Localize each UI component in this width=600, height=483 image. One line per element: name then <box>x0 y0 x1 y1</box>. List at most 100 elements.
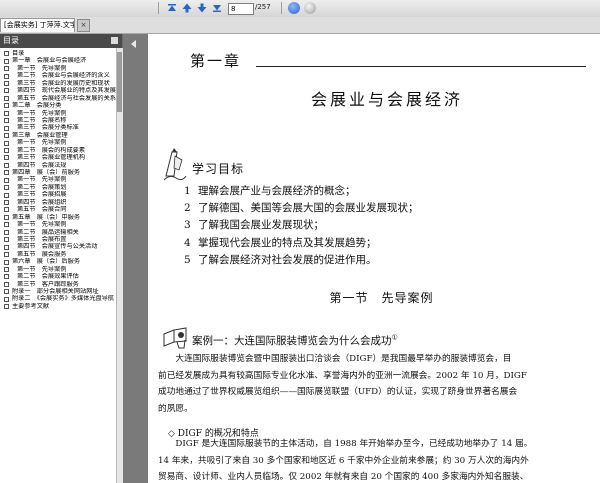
sidebar-scrollbar[interactable] <box>116 48 123 483</box>
bookmark-icon <box>4 214 9 220</box>
bookmark-tree: 目录 第一章 会展业与会展经济 第一节 先导案例 第二节 会展业与会展经济的含义 第三节… <box>0 50 116 310</box>
sidebar-item-label: 第三节 会展招展 <box>17 191 67 199</box>
sidebar-item-label: 第一节 先导案例 <box>17 139 67 147</box>
sidebar-item[interactable]: 第三节 会展招展 <box>0 191 116 198</box>
sidebar-item-label: 第二节 展会的构成要素 <box>17 146 86 154</box>
document-tab[interactable]: [会展实务] 丁萍萍.文字版 <box>0 18 75 32</box>
sidebar-item-label: 第一节 先导案例 <box>17 64 67 72</box>
footnote-marker[interactable]: ① <box>392 334 398 342</box>
sidebar-item[interactable]: 第二节 展品运输相关 <box>0 229 116 236</box>
sidebar-item[interactable]: 第二节 会展策划 <box>0 184 116 191</box>
bookmark-icon <box>4 170 9 176</box>
sidebar-item[interactable]: 第二节 会展效果评估 <box>0 273 116 280</box>
sidebar-item[interactable]: 第五节 展会服务 <box>0 251 116 258</box>
goal-number: 2 <box>184 202 191 215</box>
sidebar-item[interactable]: 第四节 会展法规 <box>0 162 116 169</box>
sidebar-item-label: 第二节 会展策划 <box>17 183 67 191</box>
bookmark-icon <box>4 125 9 131</box>
sidebar-item-label: 第三节 会展布置 <box>17 235 67 243</box>
sidebar-item[interactable]: 第一节 先导案例 <box>0 110 116 117</box>
bookmark-icon <box>4 162 9 168</box>
sidebar-item[interactable]: 第二节 会展业与会展经济的含义 <box>0 72 116 79</box>
goal-text: 了解我国会展业发展现状； <box>198 219 324 232</box>
sidebar-item[interactable]: 第三节 会展业管理机构 <box>0 154 116 161</box>
paragraph-line: 贸易商、设计师、业内人员临场。仅 2002 年就有来自 20 个国家的 400 … <box>158 472 529 482</box>
sidebar-item[interactable]: 第一章 会展业与会展经济 <box>0 57 116 64</box>
section-title: 第一节 先导案例 <box>329 291 434 305</box>
sidebar-item-label: 第一节 先导案例 <box>17 221 67 229</box>
sidebar-item-label: 第三节 会展业的发展历史和现状 <box>17 79 110 87</box>
sidebar-item[interactable]: 第四节 会展组织 <box>0 199 116 206</box>
sidebar-item[interactable]: 第三章 会展业管理 <box>0 132 116 139</box>
sidebar-item[interactable]: 附录二 《会展实务》多媒体光盘导航 <box>0 295 116 302</box>
sidebar-close-icon[interactable] <box>111 37 118 44</box>
go-icon[interactable] <box>288 2 300 14</box>
chapter-number: 第一章 <box>190 52 242 70</box>
sidebar-item[interactable]: 第一节 先导案例 <box>0 139 116 146</box>
bookmark-icon <box>4 266 9 272</box>
sidebar-item[interactable]: 第六章 展（会）后服务 <box>0 258 116 265</box>
bookmark-icon <box>4 133 9 139</box>
first-page-icon[interactable] <box>166 2 178 14</box>
next-page-icon[interactable] <box>196 2 208 14</box>
sidebar-item[interactable]: 第四章 展（会）前服务 <box>0 169 116 176</box>
case-title-text: 案例一：大连国际服装博览会为什么会成功 <box>192 335 392 347</box>
sidebar-item-label: 第六章 展（会）后服务 <box>12 258 81 266</box>
stop-icon[interactable] <box>304 2 316 14</box>
sidebar-item-label: 主要参考文献 <box>12 302 50 310</box>
sidebar-item-label: 第五章 展（会）中服务 <box>12 213 81 221</box>
page-number-input[interactable]: 8 <box>228 3 254 15</box>
prev-page-icon[interactable] <box>181 2 193 14</box>
collapse-arrow-icon[interactable] <box>131 40 136 48</box>
sidebar-item-label: 附录二 《会展实务》多媒体光盘导航 <box>12 295 115 303</box>
sidebar-item[interactable]: 第二节 展会的构成要素 <box>0 147 116 154</box>
sidebar-item[interactable]: 附录一 部分会展相关网站网址 <box>0 288 116 295</box>
toolbar: 8 /257 <box>0 0 600 18</box>
sidebar-item[interactable]: 第三节 会展布置 <box>0 236 116 243</box>
sidebar-item[interactable]: 第三节 会展分类标准 <box>0 124 116 131</box>
paragraph-line: 成功地通过了世界权威展览组织——国际展览联盟（UFD）的认证，实现了跻身世界著名… <box>158 387 518 397</box>
panel-splitter[interactable] <box>123 34 148 483</box>
chapter-rule <box>256 66 586 67</box>
sidebar-item[interactable]: 目录 <box>0 50 116 57</box>
sidebar-item[interactable]: 第一节 先导案例 <box>0 266 116 273</box>
sidebar-item[interactable]: 第五章 展（会）中服务 <box>0 214 116 221</box>
bookmark-icon <box>4 296 9 302</box>
bookmark-icon <box>4 66 9 72</box>
document-tab-bar: [会展实务] 丁萍萍.文字版 × <box>0 17 600 34</box>
sidebar-item-label: 第三节 客户跟踪服务 <box>17 280 79 288</box>
sidebar-item[interactable]: 第一节 先导案例 <box>0 221 116 228</box>
bookmark-icon <box>4 229 9 235</box>
sidebar-item[interactable]: 第五节 会展经济与社会发展的关系 <box>0 95 116 102</box>
paragraph-line: DIGF 是大连国际服装节的主体活动，自 1988 年开始举办至今，已经成功地举… <box>158 439 533 449</box>
sidebar-item[interactable]: 第五节 会展合同 <box>0 206 116 213</box>
sidebar-item-label: 第二节 会展名称 <box>17 116 67 124</box>
goal-number: 5 <box>184 253 191 266</box>
sidebar-item[interactable]: 第二章 会展分类 <box>0 102 116 109</box>
bookmark-icon <box>4 274 9 280</box>
sidebar-item-label: 第三节 会展业管理机构 <box>17 154 86 162</box>
sidebar-title: 目录 <box>3 36 19 45</box>
bookmark-icon <box>4 259 9 265</box>
bookmark-icon <box>4 281 9 287</box>
sidebar-item-label: 第四节 会展宣传与公关活动 <box>17 243 98 251</box>
sidebar-item[interactable]: 第一节 先导案例 <box>0 65 116 72</box>
sidebar-item[interactable]: 主要参考文献 <box>0 303 116 310</box>
sidebar-item[interactable]: 第四节 会展宣传与公关活动 <box>0 243 116 250</box>
case-book-icon <box>163 327 187 349</box>
sidebar-item[interactable]: 第一节 先导案例 <box>0 176 116 183</box>
sidebar-item[interactable]: 第四节 现代会展业的特点及其发展 <box>0 87 116 94</box>
scrollbar-thumb[interactable] <box>117 52 122 112</box>
sidebar-item-label: 目录 <box>12 50 25 57</box>
bookmark-sidebar: 目录 目录 第一章 会展业与会展经济 第一节 先导案例 第二节 会展业与会展经济的含义… <box>0 34 123 483</box>
sidebar-item[interactable]: 第三节 客户跟踪服务 <box>0 281 116 288</box>
sidebar-item[interactable]: 第二节 会展名称 <box>0 117 116 124</box>
chapter-title: 会展业与会展经济 <box>310 90 463 109</box>
close-tab-icon[interactable]: × <box>77 19 90 32</box>
sidebar-item-label: 第一章 会展业与会展经济 <box>12 57 87 65</box>
last-page-icon[interactable] <box>211 2 223 14</box>
bookmark-icon <box>4 73 9 79</box>
sidebar-item[interactable]: 第三节 会展业的发展历史和现状 <box>0 80 116 87</box>
document-page: 第一章 会展业与会展经济 学习目标 1 理解会展产业与会展经济的概念； 2 了解德国、… <box>148 34 600 483</box>
case-title: 案例一：大连国际服装博览会为什么会成功① <box>192 333 398 348</box>
